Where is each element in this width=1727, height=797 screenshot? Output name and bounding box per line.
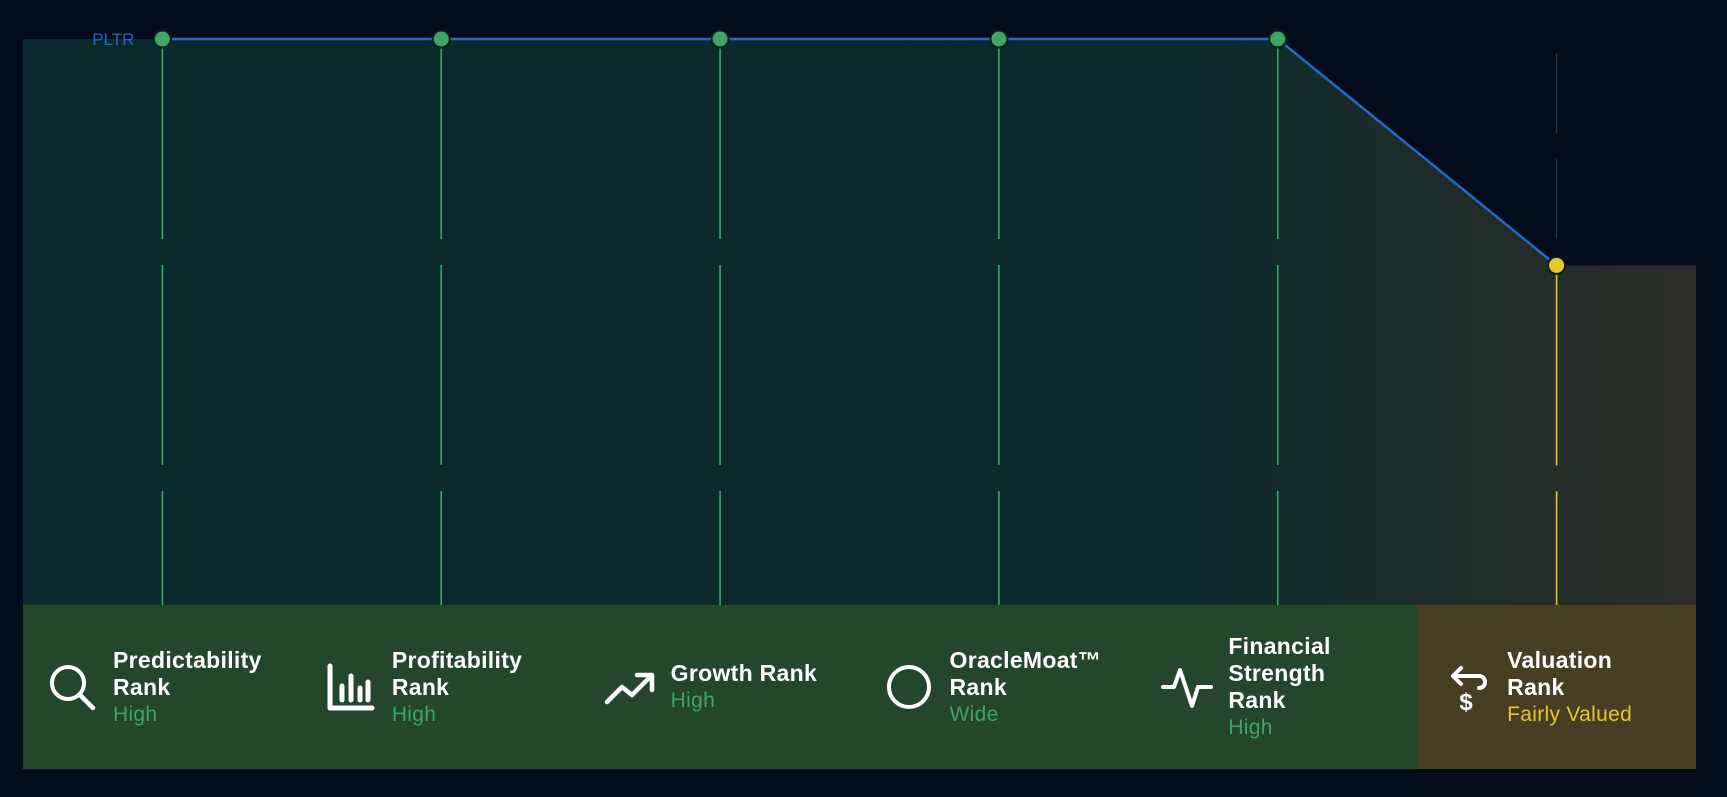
rank-title: Profitability Rank xyxy=(391,646,523,700)
data-point xyxy=(989,29,1009,49)
data-point xyxy=(152,29,172,49)
svg-text:$: $ xyxy=(1459,689,1473,714)
dollar-exchange-icon: $ xyxy=(1437,658,1495,716)
rank-value: High xyxy=(113,702,158,726)
rank-panel: Predictability Rank High xyxy=(43,605,292,769)
rank-panel: OracleMoat™ Rank Wide xyxy=(880,605,1129,769)
data-point xyxy=(1547,255,1567,275)
rank-value: Fairly Valued xyxy=(1507,702,1633,726)
rank-value: Wide xyxy=(949,702,999,726)
rank-title: Financial Strength Rank xyxy=(1228,633,1331,713)
data-point xyxy=(1268,29,1288,49)
rank-panel: $ Valuation Rank Fairly Valued xyxy=(1437,605,1686,769)
magnifier-icon xyxy=(43,658,101,716)
pulse-icon xyxy=(1158,658,1216,716)
rank-title: Valuation Rank xyxy=(1507,646,1613,700)
rank-title: Growth Rank xyxy=(670,660,818,686)
circle-icon xyxy=(880,658,938,716)
rank-value: High xyxy=(391,702,437,726)
rank-panel: Growth Rank High xyxy=(601,605,850,769)
rank-area xyxy=(23,39,1696,605)
rank-value: High xyxy=(1228,716,1273,739)
rank-title: OracleMoat™ Rank xyxy=(949,646,1102,700)
rank-title: Predictability Rank xyxy=(113,646,262,700)
data-point xyxy=(710,29,730,49)
data-point xyxy=(431,29,451,49)
rank-value: High xyxy=(670,689,716,712)
series-label: PLTR xyxy=(92,30,134,49)
rank-panel: Financial Strength Rank High xyxy=(1158,605,1407,769)
trend-up-icon xyxy=(601,658,659,716)
bar-chart-icon xyxy=(322,658,380,716)
rank-panel: Profitability Rank High xyxy=(322,605,571,769)
